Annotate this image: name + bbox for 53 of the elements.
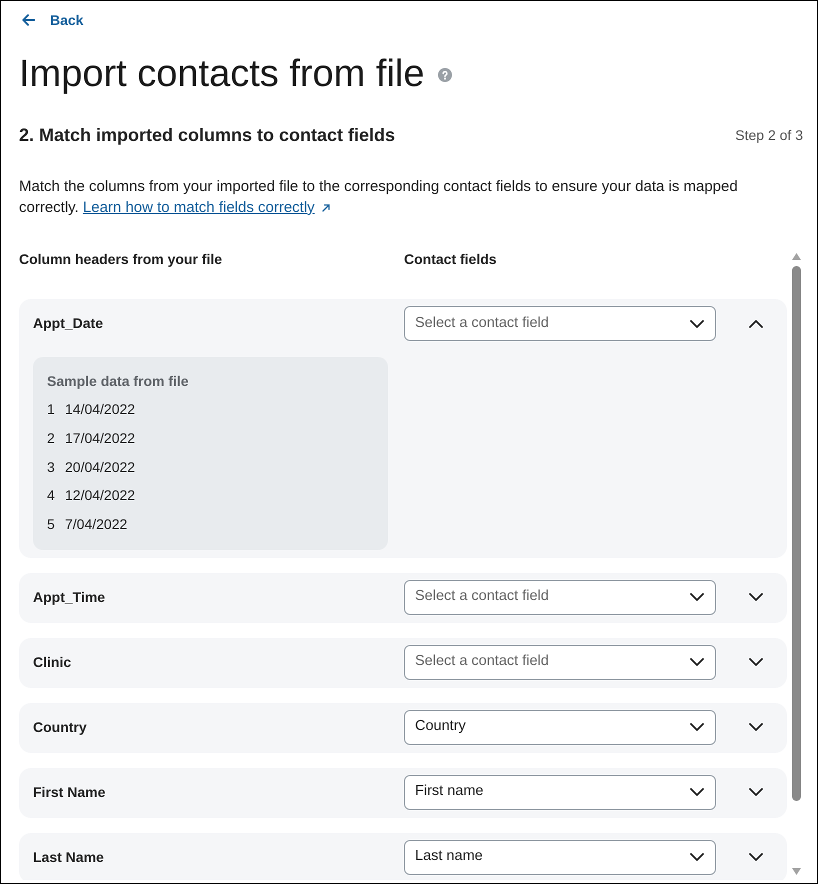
- chevron-down-icon: [749, 723, 763, 732]
- chevron-down-icon: [749, 853, 763, 862]
- external-link-icon: [322, 204, 330, 212]
- expand-toggle[interactable]: [749, 788, 763, 796]
- page-title: Import contacts from file: [19, 53, 424, 96]
- contact-field-dropdown[interactable]: Select a contact field: [404, 580, 716, 615]
- column-name: Last Name: [33, 848, 105, 867]
- expand-toggle[interactable]: [749, 658, 763, 666]
- sample-value: 7/04/2022: [65, 515, 128, 534]
- chevron-down-icon: [690, 593, 704, 602]
- column-name: First Name: [33, 782, 106, 802]
- chevron-down-icon: [690, 658, 704, 666]
- chevron-down-icon: [749, 593, 763, 602]
- column-name: Appt_Date: [33, 314, 104, 333]
- expand-toggle[interactable]: [749, 593, 763, 602]
- sample-value: 20/04/2022: [65, 458, 136, 476]
- help-link[interactable]: Learn how to match fields correctly: [82, 199, 330, 216]
- contact-field-dropdown[interactable]: Country: [404, 710, 716, 745]
- chevron-up-icon: [749, 320, 763, 328]
- sample-row-number: 4: [47, 486, 55, 506]
- expand-toggle[interactable]: [749, 853, 763, 862]
- chevron-down-icon: [690, 320, 704, 328]
- chevron-down-icon: [690, 853, 704, 862]
- chevron-down-icon: [749, 788, 763, 796]
- sample-value: 12/04/2022: [65, 486, 136, 506]
- sample-row-number: 5: [47, 515, 55, 534]
- arrow-left-icon: [22, 14, 35, 26]
- column-name: Appt_Time: [33, 588, 106, 607]
- column-name: Country: [33, 718, 88, 737]
- sample-row-number: 3: [47, 458, 55, 476]
- expand-toggle[interactable]: [749, 723, 763, 732]
- back-link[interactable]: Back: [22, 10, 84, 30]
- description-text: Match the columns from your imported file to the corresponding contact fields to ensure your data is mapped correctly. Learn how to match fields correctly: [19, 177, 739, 218]
- chevron-down-icon: [690, 788, 704, 796]
- sample-data-title: Sample data from file: [47, 372, 190, 391]
- sample-row-number: 1: [47, 400, 55, 419]
- column-header: Contact fields: [404, 250, 498, 269]
- expand-toggle[interactable]: [749, 320, 763, 328]
- step-counter: Step 2 of 3: [735, 126, 803, 145]
- contact-field-dropdown[interactable]: Select a contact field: [404, 306, 716, 341]
- column-name: Clinic: [33, 652, 72, 672]
- scrollbar-thumb[interactable]: [792, 266, 801, 801]
- sample-row-number: 2: [47, 428, 55, 448]
- step-heading: 2. Match imported columns to contact fields: [19, 124, 396, 147]
- contact-field-dropdown[interactable]: Last name: [404, 840, 716, 875]
- chevron-down-icon: [690, 723, 704, 732]
- sample-value: 14/04/2022: [65, 400, 136, 419]
- contact-field-dropdown[interactable]: First name: [404, 774, 716, 810]
- contact-field-dropdown[interactable]: Select a contact field: [404, 644, 716, 680]
- help-icon[interactable]: [438, 68, 452, 82]
- chevron-down-icon: [749, 658, 763, 666]
- column-header: Column headers from your file: [19, 250, 224, 269]
- sample-value: 17/04/2022: [65, 428, 136, 448]
